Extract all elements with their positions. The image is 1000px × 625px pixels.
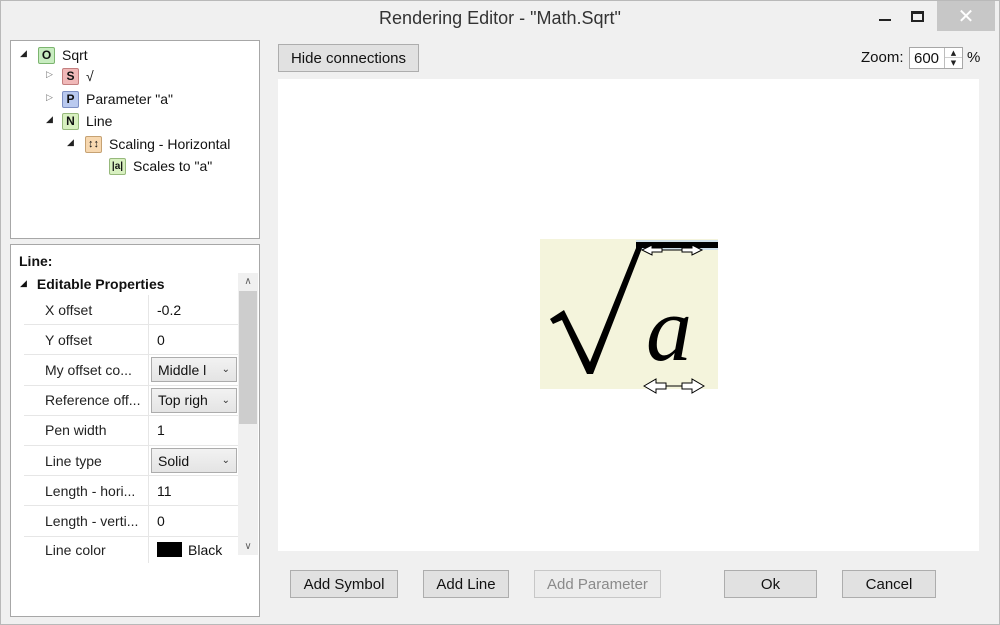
category-label: Editable Properties — [36, 276, 165, 292]
property-name: Length - hori... — [24, 476, 149, 506]
object-badge-icon: O — [38, 46, 55, 64]
property-value-input[interactable]: 1 — [149, 416, 239, 445]
scales-to-icon: |a| — [109, 157, 126, 175]
close-button[interactable]: ✕ — [937, 1, 995, 31]
chevron-down-icon: ⌄ — [221, 455, 230, 467]
scrollbar-thumb[interactable] — [239, 291, 257, 424]
property-row-x-offset[interactable]: X offset -0.2 — [24, 295, 239, 326]
scroll-up-icon[interactable]: ∧ — [238, 273, 258, 290]
tree-node-symbol[interactable]: ▷ S √ — [46, 66, 94, 86]
cancel-button[interactable]: Cancel — [842, 570, 936, 598]
property-name: Line type — [24, 445, 149, 476]
property-name: Reference off... — [24, 385, 149, 415]
property-value-input[interactable]: -0.2 — [149, 295, 239, 324]
close-icon: ✕ — [957, 4, 975, 28]
tree-node-scales-to[interactable]: |a| Scales to "a" — [109, 156, 212, 176]
property-name: Y offset — [24, 325, 149, 355]
zoom-stepper[interactable]: 600 ▲ ▼ — [909, 47, 963, 69]
render-preview[interactable]: a — [540, 234, 722, 396]
hide-connections-button[interactable]: Hide connections — [278, 44, 419, 72]
line-type-dropdown[interactable]: Solid ⌄ — [151, 448, 237, 474]
collapsed-triangle-icon[interactable]: ▷ — [46, 93, 53, 103]
collapsed-triangle-icon[interactable]: ▷ — [46, 70, 53, 80]
chevron-down-icon: ⌄ — [221, 394, 230, 406]
tree-node-label: Parameter "a" — [86, 91, 173, 107]
window-title: Rendering Editor - "Math.Sqrt" — [379, 8, 621, 28]
property-name: My offset co... — [24, 355, 149, 385]
maximize-button[interactable] — [897, 1, 937, 31]
tree-node-label: √ — [86, 68, 94, 84]
tree-node-label: Line — [86, 113, 113, 129]
line-badge-icon: N — [62, 112, 79, 130]
expanded-triangle-icon[interactable]: ◢ — [20, 49, 27, 59]
symbol-badge-icon: S — [62, 67, 79, 85]
property-name: Length - verti... — [24, 506, 149, 536]
expanded-triangle-icon[interactable]: ◢ — [20, 279, 27, 289]
parameter-a[interactable]: a — [646, 278, 692, 380]
spin-up-icon[interactable]: ▲ — [945, 48, 962, 58]
properties-title: Line: — [19, 253, 53, 269]
add-symbol-button[interactable]: Add Symbol — [290, 570, 398, 598]
property-row-pen-width[interactable]: Pen width 1 — [24, 415, 239, 446]
zoom-value[interactable]: 600 — [914, 50, 939, 67]
maximize-icon — [910, 10, 924, 22]
property-row-line-color[interactable]: Line color Black — [24, 536, 239, 563]
tree-node-line[interactable]: ◢ N Line — [46, 111, 112, 131]
scaling-icon: ↕↕ — [85, 135, 102, 153]
tree-node-scaling[interactable]: ◢ ↕↕ Scaling - Horizontal — [67, 134, 249, 154]
property-row-y-offset[interactable]: Y offset 0 — [24, 325, 239, 356]
dropdown-value: Solid — [158, 452, 190, 469]
dropdown-value: Middle l — [158, 361, 207, 378]
scroll-down-icon[interactable]: ∨ — [238, 538, 258, 555]
color-picker[interactable]: Black — [149, 537, 239, 563]
reference-offset-dropdown[interactable]: Top righ ⌄ — [151, 387, 237, 413]
rendering-editor-window: Rendering Editor - "Math.Sqrt" ✕ ◢ O Sqr… — [0, 0, 1000, 625]
zoom-unit: % — [967, 49, 981, 66]
property-row-reference-offset[interactable]: Reference off... Top righ ⌄ — [24, 385, 239, 416]
bottom-scaling-arrows-icon[interactable] — [643, 378, 705, 394]
add-parameter-button[interactable]: Add Parameter — [534, 570, 661, 598]
color-name: Black — [188, 541, 223, 558]
tree-node-sqrt[interactable]: ◢ O Sqrt — [20, 45, 88, 65]
structure-tree[interactable]: ◢ O Sqrt ▷ S √ ▷ P Parameter "a" ◢ N Lin… — [10, 40, 260, 239]
title-bar: Rendering Editor - "Math.Sqrt" ✕ — [1, 1, 999, 39]
tree-node-label: Sqrt — [62, 47, 88, 63]
dropdown-value: Top righ — [158, 392, 208, 409]
add-line-button[interactable]: Add Line — [423, 570, 509, 598]
color-swatch — [157, 542, 182, 557]
property-name: X offset — [24, 295, 149, 325]
property-row-length-horizontal[interactable]: Length - hori... 11 — [24, 476, 239, 507]
zoom-label: Zoom: — [861, 49, 904, 66]
property-value-input[interactable]: 0 — [149, 325, 239, 354]
tree-node-parameter[interactable]: ▷ P Parameter "a" — [46, 89, 173, 109]
sqrt-symbol[interactable] — [550, 243, 644, 374]
property-row-length-vertical[interactable]: Length - verti... 0 — [24, 506, 239, 537]
ok-button[interactable]: Ok — [724, 570, 817, 598]
property-grid: X offset -0.2 Y offset 0 My offset co...… — [24, 295, 239, 563]
expanded-triangle-icon[interactable]: ◢ — [46, 115, 53, 125]
minimize-icon — [879, 19, 891, 21]
category-editable-properties[interactable]: ◢ Editable Properties — [12, 273, 238, 295]
properties-scrollbar[interactable]: ∧ ∨ — [238, 273, 258, 555]
expanded-triangle-icon[interactable]: ◢ — [67, 138, 74, 148]
property-value-input[interactable]: 11 — [149, 476, 239, 505]
property-value-input[interactable]: 0 — [149, 506, 239, 535]
property-row-my-offset[interactable]: My offset co... Middle l ⌄ — [24, 355, 239, 386]
property-row-line-type[interactable]: Line type Solid ⌄ — [24, 445, 239, 477]
spin-down-icon[interactable]: ▼ — [945, 58, 962, 68]
chevron-down-icon: ⌄ — [221, 364, 230, 376]
parameter-badge-icon: P — [62, 90, 79, 108]
properties-panel: Line: ◢ Editable Properties X offset -0.… — [10, 244, 260, 617]
tree-node-label: Scales to "a" — [133, 158, 213, 174]
my-offset-dropdown[interactable]: Middle l ⌄ — [151, 357, 237, 383]
tree-node-label: Scaling - Horizontal — [109, 136, 231, 152]
property-name: Line color — [24, 536, 149, 563]
property-name: Pen width — [24, 415, 149, 445]
render-canvas[interactable]: a — [278, 79, 979, 551]
